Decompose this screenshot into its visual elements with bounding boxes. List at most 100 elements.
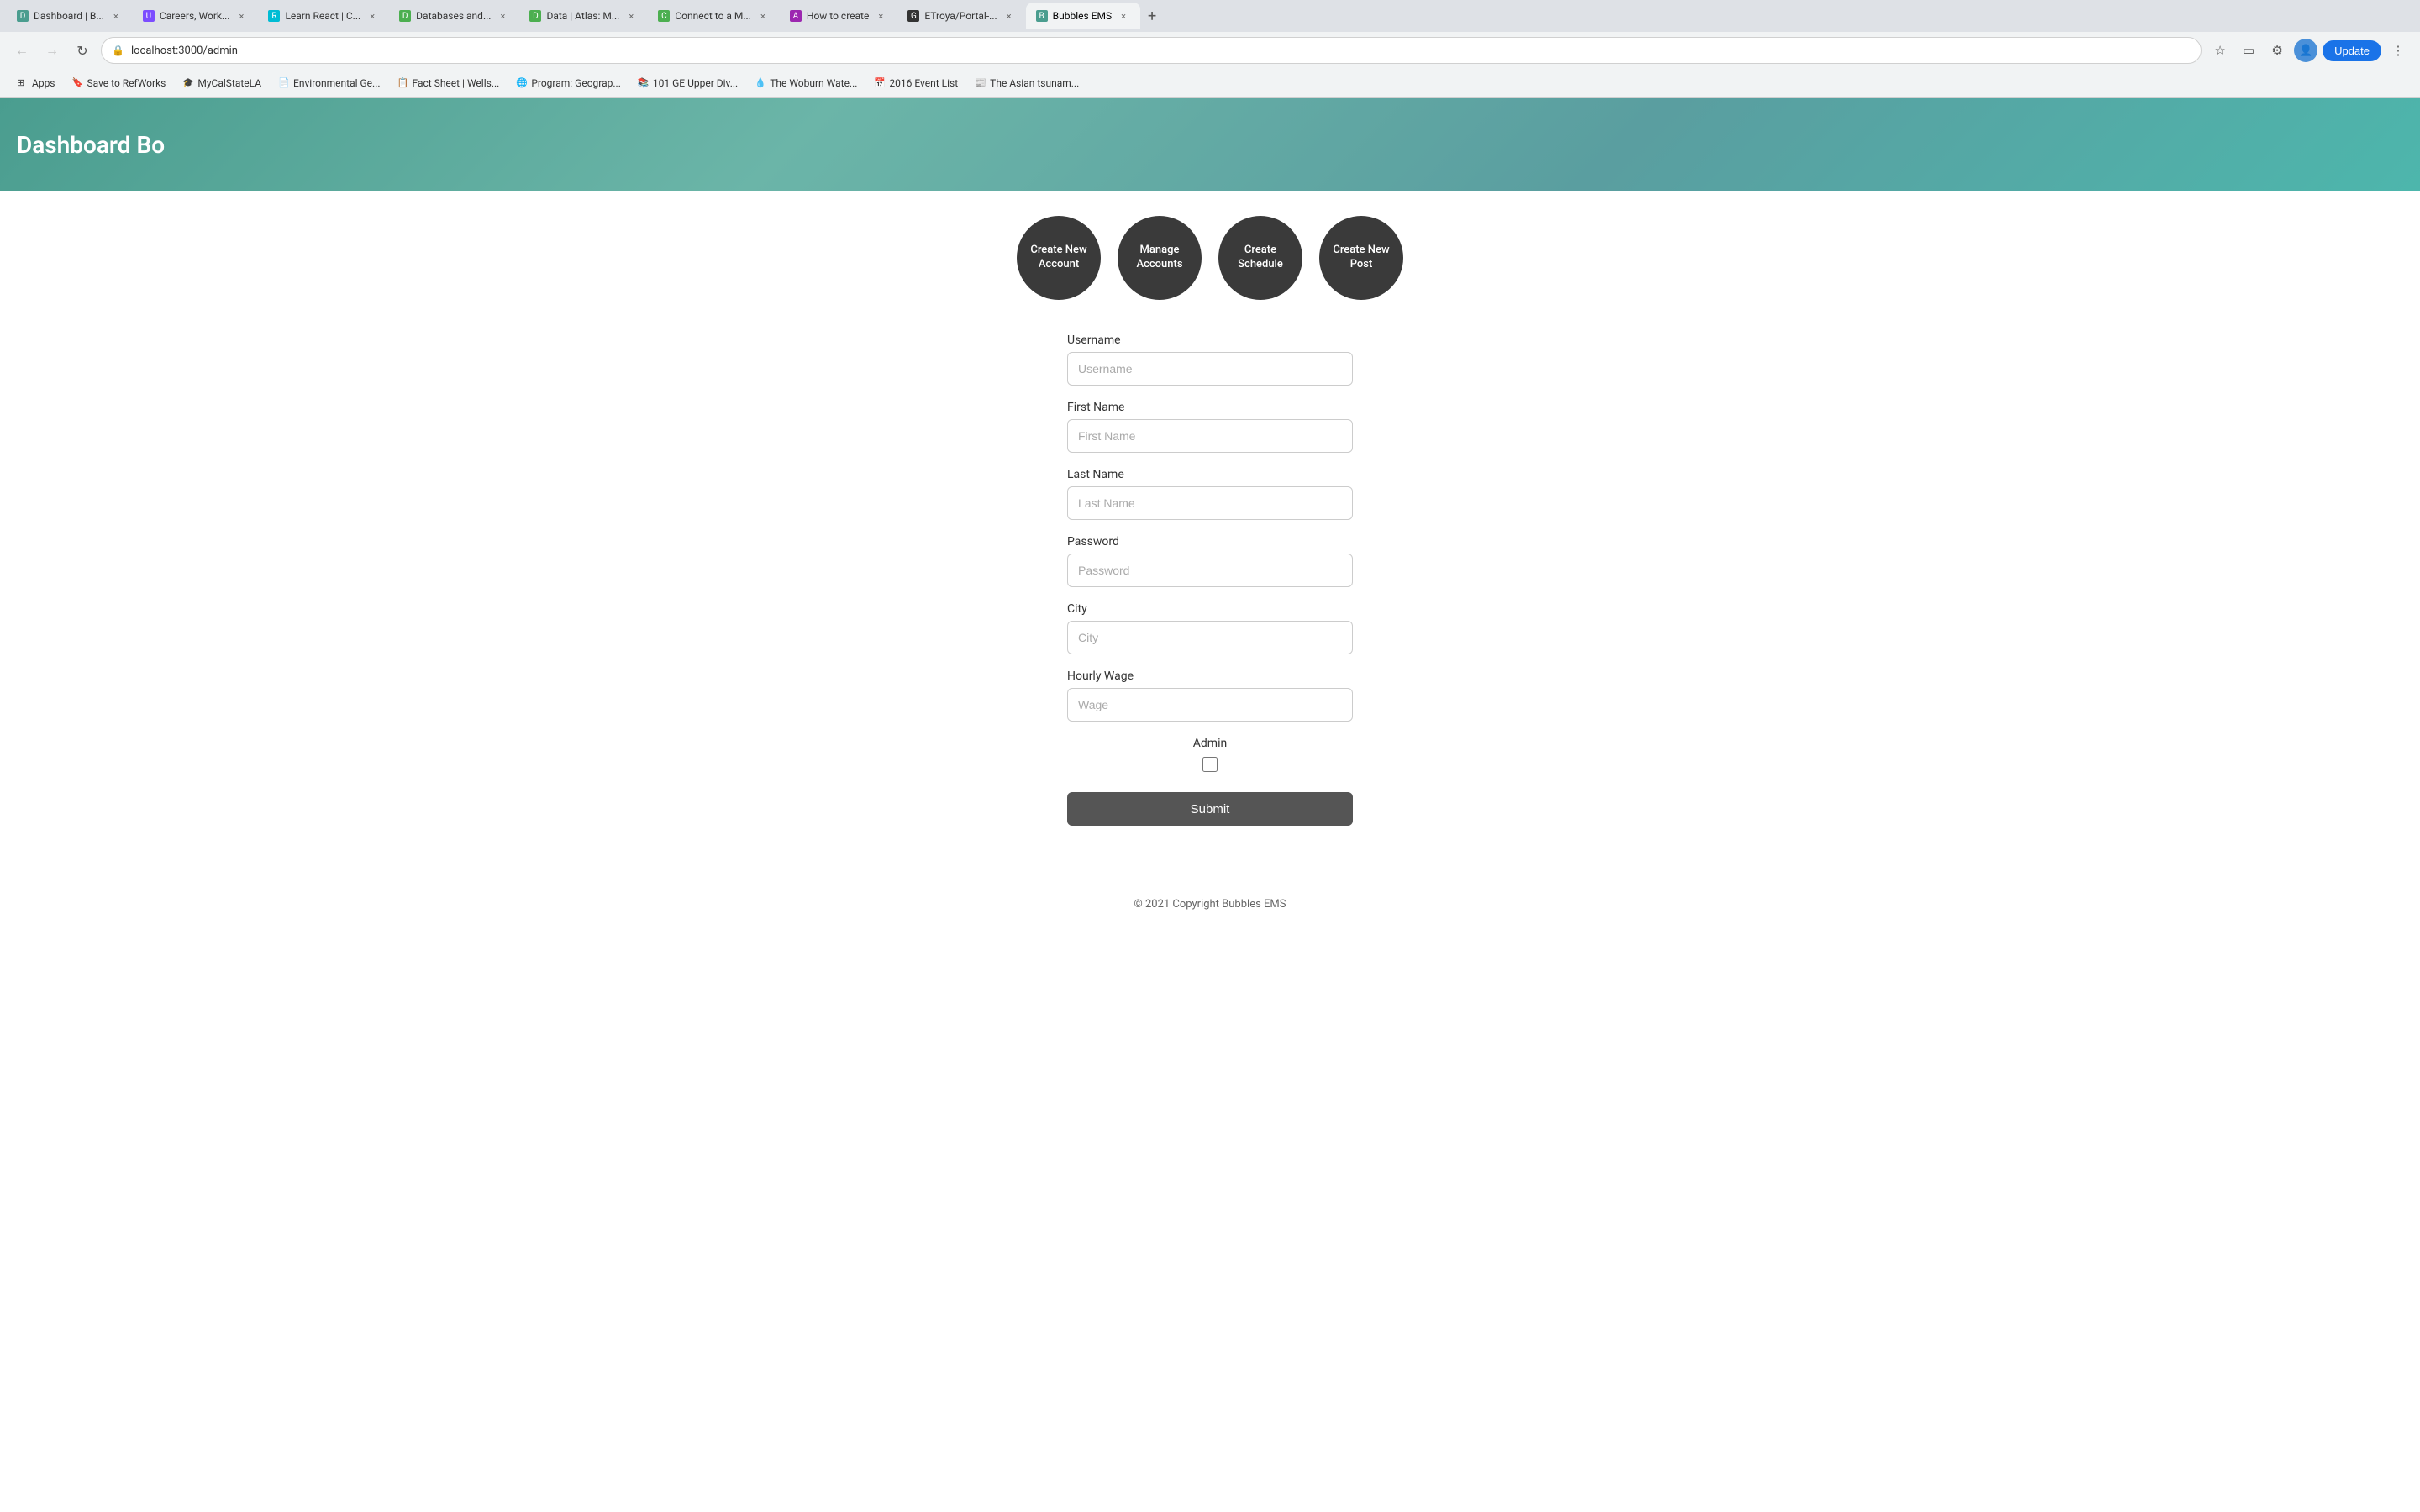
bookmark-star-button[interactable]: ☆: [2208, 39, 2232, 62]
bookmark-favicon: 📰: [975, 77, 986, 89]
menu-button[interactable]: ⋮: [2386, 39, 2410, 62]
tab-favicon: G: [908, 10, 919, 22]
tab-close-button[interactable]: ×: [496, 9, 509, 23]
bookmark-item-bm-8[interactable]: 💧 The Woburn Wate...: [748, 74, 864, 92]
input-first-name[interactable]: [1067, 419, 1353, 453]
tab-close-button[interactable]: ×: [874, 9, 887, 23]
tab-close-button[interactable]: ×: [1002, 9, 1016, 23]
address-text: localhost:3000/admin: [131, 45, 238, 57]
footer-text: © 2021 Copyright Bubbles EMS: [1134, 898, 1286, 911]
bookmark-label: The Woburn Wate...: [770, 77, 857, 89]
forward-button[interactable]: →: [40, 39, 64, 62]
tab-label: Connect to a M...: [675, 10, 751, 22]
tab-label: Bubbles EMS: [1053, 10, 1112, 22]
tab-close-button[interactable]: ×: [234, 9, 248, 23]
browser-tab-tab-1[interactable]: D Dashboard | B... ×: [7, 3, 133, 29]
browser-tab-tab-3[interactable]: RLearn React | C...×: [258, 3, 389, 29]
bookmark-item-bm-1[interactable]: ⊞Apps: [10, 74, 62, 92]
back-button[interactable]: ←: [10, 39, 34, 62]
tab-favicon: D: [17, 10, 29, 22]
bookmark-favicon: 📄: [278, 77, 290, 89]
browser-tab-tab-4[interactable]: DDatabases and...×: [389, 3, 519, 29]
nav-circles: Create New AccountManage AccountsCreate …: [0, 191, 2420, 325]
browser-chrome: DDashboard | B...×UCareers, Work...×RLea…: [0, 0, 2420, 98]
form-group-city: City: [1067, 602, 1353, 654]
screen-cast-button[interactable]: ▭: [2237, 39, 2260, 62]
bookmark-label: The Asian tsunam...: [990, 77, 1079, 89]
browser-tab-tab-5[interactable]: D Data | Atlas: M... ×: [519, 3, 648, 29]
bookmark-favicon: 📋: [397, 77, 409, 89]
nav-manage-accounts[interactable]: Manage Accounts: [1118, 216, 1202, 300]
bookmark-label: Fact Sheet | Wells...: [413, 77, 500, 89]
bookmark-label: Program: Geograp...: [531, 77, 621, 89]
form-group-password: Password: [1067, 535, 1353, 587]
bookmark-item-bm-4[interactable]: 📄Environmental Ge...: [271, 74, 387, 92]
nav-create-post[interactable]: Create New Post: [1319, 216, 1403, 300]
bookmark-favicon: 📚: [638, 77, 650, 89]
lock-icon: 🔒: [112, 45, 124, 56]
bookmark-item-bm-2[interactable]: 🔖Save to RefWorks: [66, 74, 173, 92]
browser-tab-tab-7[interactable]: AHow to create×: [780, 3, 897, 29]
input-hourly-wage[interactable]: [1067, 688, 1353, 722]
bookmark-favicon: 🎓: [182, 77, 194, 89]
tab-label: ETroya/Portal-...: [924, 10, 997, 22]
bookmark-favicon: 📅: [874, 77, 886, 89]
browser-tab-tab-6[interactable]: CConnect to a M...×: [648, 3, 780, 29]
tab-favicon: U: [143, 10, 155, 22]
tab-label: Dashboard | B...: [34, 10, 104, 22]
browser-tab-tab-2[interactable]: UCareers, Work...×: [133, 3, 259, 29]
browser-tab-tab-8[interactable]: G ETroya/Portal-... ×: [897, 3, 1025, 29]
new-tab-button[interactable]: +: [1140, 4, 1164, 28]
tab-close-button[interactable]: ×: [1117, 9, 1130, 23]
input-city[interactable]: [1067, 621, 1353, 654]
site-header: Dashboard Bo: [0, 98, 2420, 191]
footer: © 2021 Copyright Bubbles EMS: [0, 885, 2420, 923]
bookmarks-bar: ⊞Apps🔖Save to RefWorks🎓MyCalStateLA📄Envi…: [0, 69, 2420, 97]
tab-close-button[interactable]: ×: [366, 9, 379, 23]
profile-button[interactable]: 👤: [2294, 39, 2317, 62]
bookmark-label: 2016 Event List: [889, 77, 958, 89]
input-username[interactable]: [1067, 352, 1353, 386]
admin-checkbox[interactable]: [1202, 757, 1218, 772]
admin-label: Admin: [1067, 737, 1353, 750]
label-username: Username: [1067, 333, 1353, 347]
bookmark-item-bm-3[interactable]: 🎓MyCalStateLA: [176, 74, 268, 92]
bookmark-label: MyCalStateLA: [197, 77, 261, 89]
input-last-name[interactable]: [1067, 486, 1353, 520]
browser-tab-tab-9[interactable]: BBubbles EMS×: [1026, 3, 1140, 29]
tab-close-button[interactable]: ×: [624, 9, 638, 23]
input-password[interactable]: [1067, 554, 1353, 587]
nav-create-schedule[interactable]: Create Schedule: [1218, 216, 1302, 300]
bookmark-item-bm-6[interactable]: 🌐Program: Geograp...: [509, 74, 628, 92]
tab-favicon: D: [529, 10, 541, 22]
bookmark-favicon: ⊞: [17, 77, 29, 89]
tab-label: Learn React | C...: [285, 10, 360, 22]
toolbar-actions: ☆ ▭ ⚙ 👤 Update ⋮: [2208, 39, 2410, 62]
toolbar: ← → ↻ 🔒 localhost:3000/admin ☆ ▭ ⚙ 👤 Upd…: [0, 32, 2420, 69]
bookmark-favicon: 💧: [755, 77, 766, 89]
tab-label: How to create: [807, 10, 869, 22]
label-password: Password: [1067, 535, 1353, 549]
tab-label: Databases and...: [416, 10, 491, 22]
form-group-username: Username: [1067, 333, 1353, 386]
bookmark-item-bm-10[interactable]: 📰 The Asian tsunam...: [968, 74, 1086, 92]
tab-close-button[interactable]: ×: [109, 9, 123, 23]
tab-close-button[interactable]: ×: [756, 9, 770, 23]
update-button[interactable]: Update: [2323, 40, 2381, 61]
bookmark-label: Environmental Ge...: [293, 77, 381, 89]
label-hourly-wage: Hourly Wage: [1067, 669, 1353, 683]
nav-create-account[interactable]: Create New Account: [1017, 216, 1101, 300]
extensions-button[interactable]: ⚙: [2265, 39, 2289, 62]
tab-label: Data | Atlas: M...: [546, 10, 619, 22]
bookmark-label: Save to RefWorks: [87, 77, 166, 89]
bookmark-item-bm-5[interactable]: 📋 Fact Sheet | Wells...: [391, 74, 507, 92]
bookmark-favicon: 🔖: [72, 77, 84, 89]
bookmark-item-bm-7[interactable]: 📚101 GE Upper Div...: [631, 74, 744, 92]
reload-button[interactable]: ↻: [71, 39, 94, 62]
submit-button[interactable]: Submit: [1067, 792, 1353, 826]
address-bar[interactable]: 🔒 localhost:3000/admin: [101, 37, 2202, 64]
bookmark-favicon: 🌐: [516, 77, 528, 89]
form-container: UsernameFirst NameLast NamePasswordCityH…: [1050, 325, 1370, 885]
label-city: City: [1067, 602, 1353, 616]
bookmark-item-bm-9[interactable]: 📅2016 Event List: [867, 74, 965, 92]
